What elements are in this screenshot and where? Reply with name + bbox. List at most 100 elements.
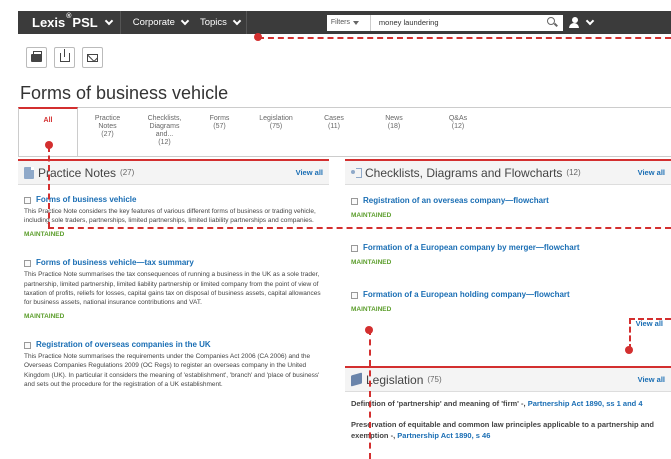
status-badge: MAINTAINED	[24, 313, 65, 321]
practice-notes-panel: Practice Notes (27) View all Forms of bu…	[18, 159, 329, 459]
panel-count: (27)	[120, 168, 135, 177]
divider	[18, 156, 671, 157]
content-tabs: All Practice Notes (27) Checklists, Diag…	[18, 107, 491, 157]
download-button[interactable]	[54, 47, 75, 68]
tab-label: News	[385, 115, 403, 122]
tab-label: Forms	[209, 115, 230, 122]
item-title: Formation of a European company by merge…	[363, 243, 580, 252]
legislation-link[interactable]: Partnership Act 1890, s 46	[397, 431, 490, 440]
panel-title-text: Legislation	[366, 372, 424, 387]
annotation-dot	[625, 346, 633, 354]
legislation-panel: Legislation (75) View all Definition of …	[345, 366, 671, 459]
filters-dropdown[interactable]: Filters	[326, 14, 371, 31]
nav-corporate[interactable]: Corporate	[127, 11, 194, 34]
item-title-link[interactable]: Forms of business vehicle	[24, 195, 323, 205]
tab-qas[interactable]: Q&As (12)	[425, 107, 491, 156]
user-icon	[568, 16, 579, 29]
nav-topics[interactable]: Topics	[194, 11, 246, 34]
checkbox[interactable]	[351, 197, 358, 205]
view-all-link[interactable]: View all	[638, 168, 665, 177]
status-badge: MAINTAINED	[351, 259, 392, 266]
chevron-down-icon[interactable]	[104, 16, 113, 25]
legislation-link[interactable]: Partnership Act 1890, ss 1 and 4	[528, 399, 643, 408]
legislation-item[interactable]: Preservation of equitable and common law…	[345, 419, 671, 441]
caret-down-icon	[352, 20, 359, 25]
list-item: Registration of an overseas company—flow…	[345, 196, 671, 219]
search-input[interactable]: money laundering	[370, 14, 563, 31]
tab-legislation[interactable]: Legislation (75)	[247, 107, 305, 156]
checkbox[interactable]	[24, 196, 31, 204]
annotation-dot	[365, 326, 373, 334]
tab-count: (12)	[158, 139, 171, 146]
divider	[245, 11, 247, 34]
annotation-dot	[254, 33, 262, 41]
tab-label: Practice Notes	[94, 115, 121, 130]
status-badge: MAINTAINED	[24, 231, 65, 239]
chevron-down-icon	[180, 16, 190, 25]
page-title: Forms of business vehicle	[20, 83, 229, 103]
top-navigation-bar: Lexis ® PSL Corporate Topics Filters money…	[18, 11, 671, 34]
view-all-link[interactable]: View all	[638, 375, 665, 384]
panel-header: Legislation (75) View all	[345, 368, 671, 392]
legislation-item[interactable]: Definition of 'partnership' and meaning …	[345, 398, 671, 409]
list-item: Forms of business vehicle—tax summary Th…	[18, 258, 329, 320]
checkbox[interactable]	[24, 259, 31, 267]
nav-topics-label: Topics	[199, 17, 227, 28]
panel-title-text: Checklists, Diagrams and Flowcharts	[365, 165, 563, 180]
view-all-link[interactable]: View all	[345, 319, 671, 328]
search-icon[interactable]	[546, 16, 555, 25]
search-value: money laundering	[378, 18, 439, 27]
tab-checklists[interactable]: Checklists, Diagrams and... (12)	[137, 107, 192, 156]
annotation-line	[629, 318, 671, 320]
item-title-link[interactable]: Registration of overseas companies in th…	[24, 340, 323, 350]
tab-count: (11)	[328, 123, 340, 130]
checkbox[interactable]	[351, 291, 358, 299]
tab-news[interactable]: News (18)	[363, 107, 425, 156]
nav-corporate-label: Corporate	[132, 17, 175, 28]
list-item: Forms of business vehicle This Practice …	[18, 195, 329, 238]
tab-count: (18)	[387, 123, 401, 130]
brand-reg-mark: ®	[66, 13, 72, 20]
tab-count: (57)	[213, 123, 226, 130]
panel-header: Practice Notes (27) View all	[18, 161, 329, 185]
checkbox[interactable]	[24, 341, 31, 349]
tab-count: (27)	[101, 131, 114, 138]
item-title-link[interactable]: Registration of an overseas company—flow…	[351, 196, 665, 206]
tab-label: Checklists, Diagrams and...	[147, 115, 182, 138]
tab-practice-notes[interactable]: Practice Notes (27)	[78, 107, 137, 156]
document-toolbar	[26, 47, 103, 68]
lexis-psl-logo[interactable]: Lexis ® PSL	[32, 13, 113, 30]
item-description: This Practice Note summarises the tax co…	[24, 271, 321, 307]
panel-header: Checklists, Diagrams and Flowcharts (12)…	[345, 161, 671, 185]
panel-title: Legislation (75)	[351, 373, 442, 387]
tab-count: (75)	[269, 123, 283, 130]
item-title-link[interactable]: Formation of a European holding company—…	[351, 290, 665, 300]
book-icon	[351, 372, 362, 387]
item-title: Registration of overseas companies in th…	[36, 340, 211, 350]
email-button[interactable]	[82, 47, 103, 68]
filters-label: Filters	[330, 19, 350, 26]
item-title: Formation of a European holding company—…	[363, 290, 570, 299]
annotation-dot	[45, 141, 53, 149]
user-menu[interactable]	[568, 16, 595, 29]
list-item: Formation of a European holding company—…	[345, 290, 671, 313]
view-all-link[interactable]: View all	[296, 168, 323, 177]
divider	[119, 11, 121, 34]
tab-cases[interactable]: Cases (11)	[305, 107, 363, 156]
annotation-line	[369, 329, 371, 459]
annotation-line	[48, 146, 50, 228]
tab-label: Cases	[324, 115, 344, 122]
panel-title: Checklists, Diagrams and Flowcharts (12)	[351, 166, 581, 180]
chevron-down-icon	[232, 16, 242, 25]
tab-forms[interactable]: Forms (57)	[192, 107, 247, 156]
print-button[interactable]	[26, 47, 47, 68]
tab-label: All	[43, 117, 53, 124]
item-title-link[interactable]: Formation of a European company by merge…	[351, 243, 665, 253]
item-title: Forms of business vehicle	[36, 195, 137, 204]
panel-count: (75)	[427, 375, 442, 384]
status-badge: MAINTAINED	[351, 212, 392, 219]
panel-count: (12)	[566, 168, 581, 177]
checkbox[interactable]	[351, 244, 358, 252]
item-title-link[interactable]: Forms of business vehicle—tax summary	[24, 258, 323, 268]
item-title: Forms of business vehicle—tax summary	[36, 258, 194, 268]
